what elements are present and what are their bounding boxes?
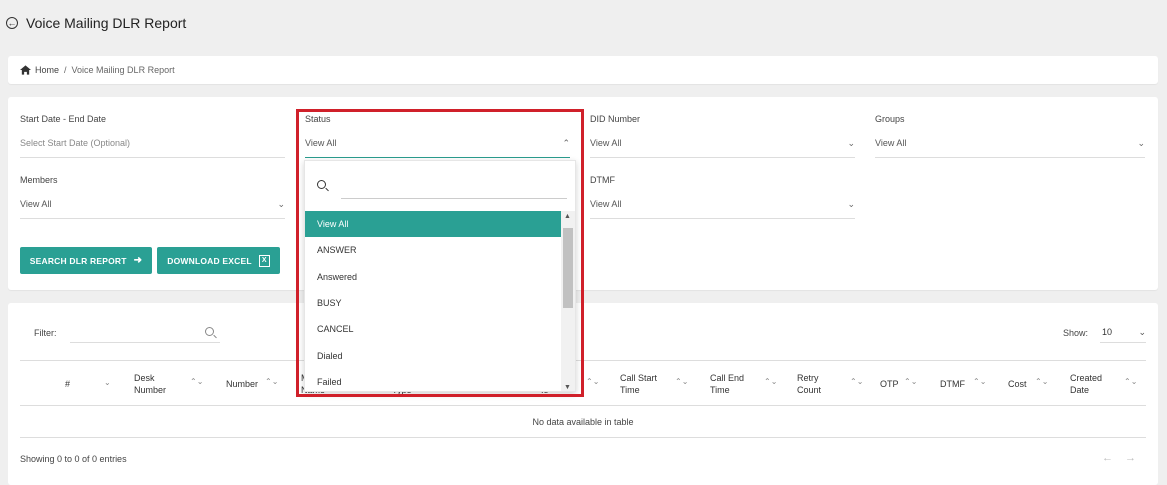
search-button-label: SEARCH DLR REPORT [29,255,127,266]
page-header: ← Voice Mailing DLR Report [0,0,1167,46]
download-button-label: DOWNLOAD EXCEL [167,255,252,266]
previous-page-button[interactable]: ← [1102,452,1125,464]
members-select[interactable]: Members View All ⌄ [20,175,285,219]
download-excel-button[interactable]: DOWNLOAD EXCEL X [157,247,280,274]
sort-icon[interactable]: ⌃⌄ [265,377,278,386]
column-desk-number[interactable]: Desk Number [134,361,166,407]
column-number[interactable]: Number [226,361,258,407]
sort-icon[interactable]: ⌃⌄ [190,377,203,386]
sort-icon[interactable]: ⌃⌄ [586,377,599,386]
chevron-down-icon: ⌄ [1138,327,1146,337]
chevron-down-icon: ⌄ [1137,138,1145,148]
groups-label: Groups [875,114,905,124]
arrow-right-icon: ➜ [133,255,143,266]
column-created-date[interactable]: Created Date [1070,361,1102,407]
excel-file-icon: X [258,254,270,267]
date-range-input[interactable]: Select Start Date (Optional) [20,138,130,148]
date-range-field[interactable]: Start Date - End Date Select Start Date … [20,114,285,158]
dtmf-select[interactable]: DTMF View All ⌄ [590,175,855,219]
sort-icon[interactable]: ⌃⌄ [1124,377,1137,386]
dtmf-label: DTMF [590,175,615,185]
page-title: Voice Mailing DLR Report [26,15,187,31]
column-hash[interactable]: # [65,361,70,407]
sort-icon[interactable]: ⌃⌄ [764,377,777,386]
members-value[interactable]: View All [20,199,51,209]
search-dlr-report-button[interactable]: SEARCH DLR REPORT ➜ [20,247,152,274]
home-icon [20,65,31,75]
column-dtmf[interactable]: DTMF [940,361,965,407]
chevron-down-icon: ⌄ [847,138,855,148]
sort-icon[interactable]: ⌃⌄ [850,377,863,386]
sort-icon[interactable]: ⌃⌄ [973,377,986,386]
highlight-box [296,109,584,397]
groups-value[interactable]: View All [875,138,906,148]
column-otp[interactable]: OTP [880,361,899,407]
pagination: ←→ [1102,452,1148,464]
groups-select[interactable]: Groups View All ⌄ [875,114,1145,158]
next-page-button[interactable]: → [1125,452,1148,464]
date-range-label: Start Date - End Date [20,114,107,124]
did-number-label: DID Number [590,114,641,124]
dtmf-value[interactable]: View All [590,199,621,209]
column-call-start-time[interactable]: Call Start Time [620,361,657,407]
breadcrumb: Home / Voice Mailing DLR Report [8,56,1158,84]
sort-icon[interactable]: ⌃⌄ [904,377,917,386]
search-icon [205,327,214,336]
sort-icon[interactable]: ⌃⌄ [675,377,688,386]
column-call-end-time[interactable]: Call End Time [710,361,744,407]
breadcrumb-home-link[interactable]: Home [35,65,59,75]
chevron-down-icon[interactable]: ⌄ [104,378,111,387]
page-size-value: 10 [1102,327,1113,337]
page-size-select[interactable]: 10 ⌄ [1100,321,1146,343]
show-label: Show: [1063,328,1089,338]
chevron-down-icon: ⌄ [277,199,285,209]
empty-table-message: No data available in table [20,406,1146,438]
table-filter-input[interactable] [70,321,220,343]
did-number-select[interactable]: DID Number View All ⌄ [590,114,855,158]
breadcrumb-current: Voice Mailing DLR Report [71,65,175,75]
table-info: Showing 0 to 0 of 0 entries [20,454,127,464]
column-cost[interactable]: Cost [1008,361,1027,407]
filter-label: Filter: [34,328,57,338]
did-number-value[interactable]: View All [590,138,621,148]
members-label: Members [20,175,58,185]
sort-icon[interactable]: ⌃⌄ [1035,377,1048,386]
back-arrow-icon[interactable]: ← [6,17,18,29]
column-retry-count[interactable]: Retry Count [797,361,821,407]
breadcrumb-separator: / [64,65,67,75]
chevron-down-icon: ⌄ [847,199,855,209]
